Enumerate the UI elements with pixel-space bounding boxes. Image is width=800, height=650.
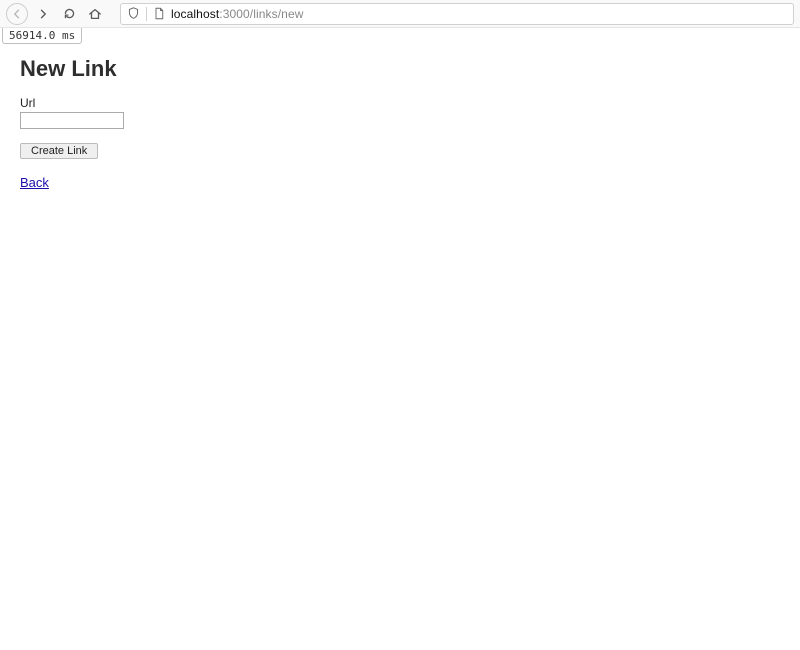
timing-badge: 56914.0 ms [2,28,82,44]
back-button[interactable] [6,3,28,25]
home-button[interactable] [84,3,106,25]
url-label: Url [20,96,780,110]
url-text: localhost:3000/links/new [171,7,303,21]
url-host: localhost [171,7,219,21]
shield-icon [127,7,140,20]
reload-icon [63,7,76,20]
page-title: New Link [20,56,780,82]
reload-button[interactable] [58,3,80,25]
url-input[interactable] [20,112,124,129]
page-content: New Link Url Create Link Back [0,38,800,208]
url-path: :3000/links/new [219,7,303,21]
separator [146,7,147,21]
create-link-button[interactable]: Create Link [20,143,98,159]
forward-button[interactable] [32,3,54,25]
home-icon [88,7,102,21]
arrow-left-icon [11,8,23,20]
page-icon [153,7,165,20]
address-bar[interactable]: localhost:3000/links/new [120,3,794,25]
timing-value: 56914.0 ms [9,29,75,42]
browser-toolbar: localhost:3000/links/new [0,0,800,28]
arrow-right-icon [37,8,49,20]
back-link[interactable]: Back [20,175,49,190]
